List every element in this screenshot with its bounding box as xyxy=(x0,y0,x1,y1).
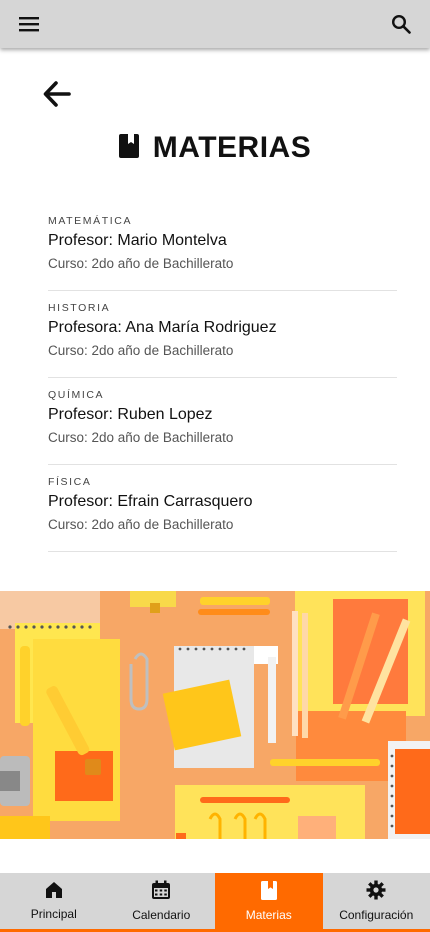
bottom-navigation: Principal Calendario Materias Configurac… xyxy=(0,873,430,932)
back-arrow-icon[interactable] xyxy=(42,80,72,108)
nav-label: Materias xyxy=(245,907,292,922)
top-app-bar xyxy=(0,0,430,48)
course-text: Curso: 2do año de Bachillerato xyxy=(48,517,234,532)
page-title: MATERIAS xyxy=(0,128,430,168)
subject-name: HISTORIA xyxy=(48,302,111,314)
stationery-image xyxy=(0,591,430,839)
calendar-icon xyxy=(151,880,171,905)
nav-item-calendario[interactable]: Calendario xyxy=(108,873,216,929)
subject-name: QUÍMICA xyxy=(48,389,105,401)
nav-item-configuracion[interactable]: Configuración xyxy=(323,873,430,929)
course-text: Curso: 2do año de Bachillerato xyxy=(48,256,234,271)
nav-item-materias[interactable]: Materias xyxy=(215,873,323,929)
nav-item-principal[interactable]: Principal xyxy=(0,873,108,929)
book-icon xyxy=(260,880,277,905)
list-item[interactable]: HISTORIA Profesora: Ana María Rodriguez … xyxy=(48,291,397,378)
subject-name: MATEMÁTICA xyxy=(48,215,133,227)
teacher-name: Profesora: Ana María Rodriguez xyxy=(48,319,277,336)
teacher-name: Profesor: Ruben Lopez xyxy=(48,406,213,423)
search-icon[interactable] xyxy=(388,11,414,37)
teacher-name: Profesor: Efrain Carrasquero xyxy=(48,493,253,510)
nav-label: Configuración xyxy=(339,908,414,922)
nav-label: Principal xyxy=(30,907,77,921)
nav-label: Calendario xyxy=(132,908,191,922)
subjects-list: MATEMÁTICA Profesor: Mario Montelva Curs… xyxy=(48,204,397,552)
teacher-name: Profesor: Mario Montelva xyxy=(48,232,227,249)
home-icon xyxy=(45,881,63,904)
course-text: Curso: 2do año de Bachillerato xyxy=(48,430,234,445)
list-item[interactable]: QUÍMICA Profesor: Ruben Lopez Curso: 2do… xyxy=(48,378,397,465)
gear-icon xyxy=(366,880,386,905)
book-icon xyxy=(118,133,139,163)
list-item[interactable]: FÍSICA Profesor: Efrain Carrasquero Curs… xyxy=(48,465,397,552)
list-item[interactable]: MATEMÁTICA Profesor: Mario Montelva Curs… xyxy=(48,204,397,291)
subject-name: FÍSICA xyxy=(48,476,92,488)
page-title-text: MATERIAS xyxy=(152,131,312,164)
menu-icon[interactable] xyxy=(16,11,42,37)
course-text: Curso: 2do año de Bachillerato xyxy=(48,343,234,358)
